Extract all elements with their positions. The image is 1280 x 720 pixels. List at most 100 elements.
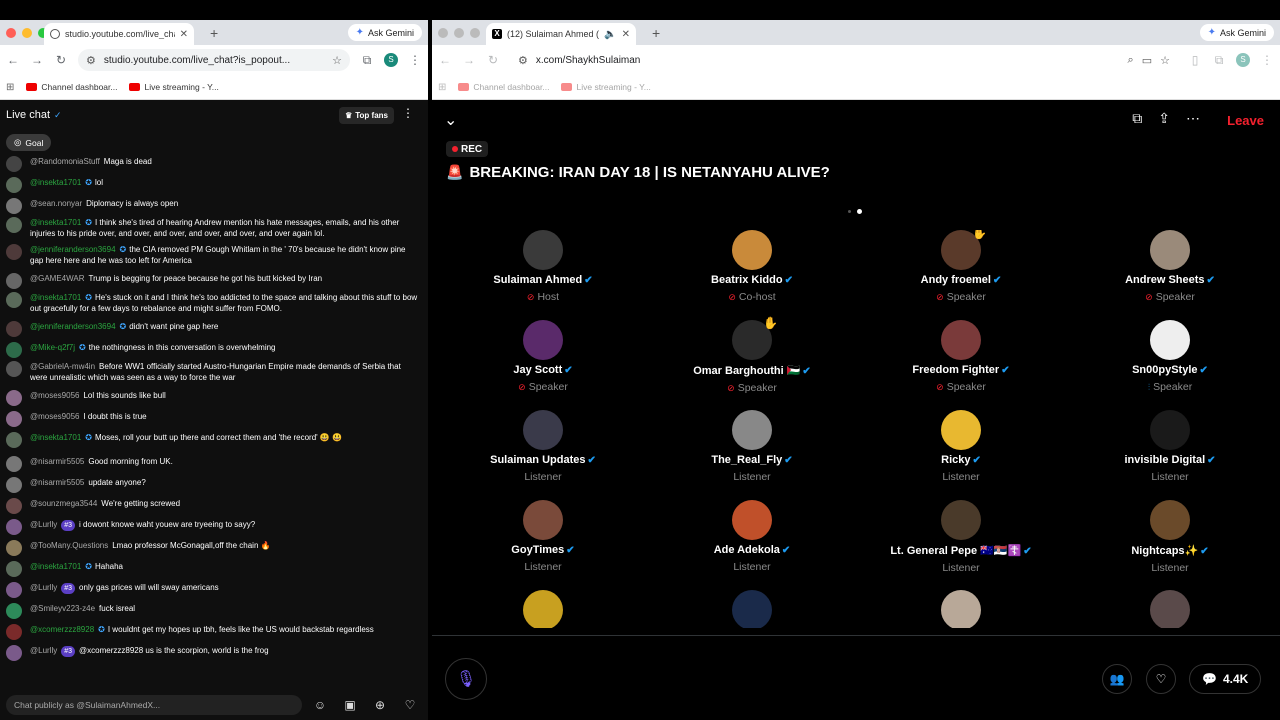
avatar[interactable] [6, 411, 22, 427]
address-bar[interactable]: ⚙ x.com/ShaykhSulaiman ⌕ ▭ ☆ [510, 49, 1178, 71]
forward-icon[interactable]: → [30, 53, 44, 67]
avatar[interactable] [6, 624, 22, 640]
participant[interactable]: invisible Digital ✔ Listener [1065, 410, 1274, 483]
participant-avatar[interactable]: ✋ [941, 230, 987, 270]
participant-avatar[interactable] [732, 410, 772, 450]
avatar[interactable] [6, 177, 22, 193]
new-tab-button[interactable]: + [652, 25, 660, 41]
chat-title[interactable]: Live chat [6, 109, 50, 121]
chat-message[interactable]: @sean.nonyar Diplomacy is always open [6, 198, 420, 214]
participant[interactable]: Sulaiman Ahmed ✔ ⊘ Host [438, 230, 648, 303]
apps-grid-icon[interactable]: ⊞ [6, 82, 14, 93]
avatar[interactable] [6, 519, 22, 535]
close-tab-icon[interactable]: ✕ [622, 29, 630, 40]
participant-avatar[interactable] [732, 500, 772, 540]
participant[interactable]: Freedom Fighter ✔ ⊘ Speaker [856, 320, 1066, 393]
add-icon[interactable]: ⊕ [368, 698, 392, 712]
participant-avatar[interactable] [523, 590, 563, 628]
minimize-window-button[interactable] [454, 28, 464, 38]
avatar[interactable] [6, 498, 22, 514]
reload-icon[interactable]: ↻ [486, 53, 500, 67]
chat-input[interactable]: Chat publicly as @SulaimanAhmedX... [6, 695, 302, 715]
chat-message[interactable]: @GabrielA-mw4in Before WW1 officially sta… [6, 361, 420, 383]
chat-message[interactable]: @moses9056 Lol this sounds like bull [6, 390, 420, 406]
site-info-icon[interactable]: ⚙ [86, 54, 96, 67]
bookmark-channel-dashboard[interactable]: Channel dashboar... [458, 82, 549, 92]
participant-avatar[interactable] [523, 500, 563, 540]
chat-message[interactable]: @moses9056 I doubt this is true [6, 411, 420, 427]
participant-avatar[interactable] [941, 500, 981, 540]
participant[interactable]: ✋ Andy froemel ✔ ⊘ Speaker [856, 230, 1066, 303]
message-author[interactable]: @moses9056 [30, 412, 79, 421]
message-author[interactable]: @insekta1701 [30, 178, 81, 187]
profile-avatar[interactable]: S [384, 53, 398, 67]
chat-message[interactable]: @RandomoniaStuff Maga is dead [6, 156, 420, 172]
page-dot[interactable] [848, 210, 851, 213]
super-chat-icon[interactable]: ▣ [338, 698, 362, 712]
participant[interactable]: Ade Adekola ✔ Listener [647, 500, 857, 573]
minimize-window-button[interactable] [22, 28, 32, 38]
participant-avatar[interactable] [732, 590, 772, 628]
message-author[interactable]: @sounzmega3544 [30, 499, 97, 508]
participant-avatar[interactable]: ✋ [732, 316, 778, 360]
close-window-button[interactable] [6, 28, 16, 38]
new-tab-button[interactable]: + [210, 25, 218, 41]
chat-message[interactable]: @Lurlly #3 i dowont knowe waht youew are t… [6, 519, 420, 535]
avatar[interactable] [6, 456, 22, 472]
avatar[interactable] [6, 292, 22, 308]
chat-message[interactable]: @Lurlly #3 only gas prices will will sway … [6, 582, 420, 598]
participant[interactable]: Beatrix Kiddo ✔ ⊘ Co-host [647, 230, 857, 303]
chat-message[interactable]: @GAME4WAR Trump is begging for peace beca… [6, 273, 420, 289]
chat-message[interactable]: @jenniferanderson3694 ✪ the CIA removed PM… [6, 244, 420, 266]
message-author[interactable]: @sean.nonyar [30, 199, 82, 208]
avatar[interactable] [6, 582, 22, 598]
chat-message[interactable]: @Smileyv223-z4e fuck isreal [6, 603, 420, 619]
forward-icon[interactable]: → [462, 53, 476, 67]
message-author[interactable]: @xcomerzzz8928 [30, 625, 94, 634]
leave-button[interactable]: Leave [1227, 113, 1264, 128]
participant-avatar[interactable] [1150, 230, 1190, 270]
browser-tab[interactable]: studio.youtube.com/live_chat ✕ [44, 23, 194, 45]
message-author[interactable]: @insekta1701 [30, 218, 81, 227]
extensions-icon[interactable]: ⧉ [360, 53, 374, 68]
participant[interactable]: GoyTimes ✔ Listener [438, 500, 648, 573]
avatar[interactable] [6, 321, 22, 337]
participant-avatar[interactable] [1150, 320, 1190, 360]
apps-grid-icon[interactable]: ⊞ [438, 82, 446, 93]
message-author[interactable]: @Smileyv223-z4e [30, 604, 95, 613]
chat-message[interactable]: @xcomerzzz8928 ✪ I wouldnt get my hopes up… [6, 624, 420, 640]
chat-message[interactable]: @insekta1701 ✪ He's stuck on it and I thin… [6, 292, 420, 314]
chat-menu-icon[interactable]: ⋮ [402, 106, 414, 120]
participant-avatar[interactable] [941, 410, 981, 450]
participant[interactable]: Ricky ✔ Listener [856, 410, 1066, 483]
zoom-icon[interactable]: ⌕ [1128, 54, 1134, 67]
ask-gemini-button[interactable]: ✦ Ask Gemini [347, 24, 422, 41]
participant-avatar[interactable] [941, 320, 981, 360]
participant-avatar[interactable] [1150, 410, 1190, 450]
participant[interactable]: Sn00pyStyle ✔ ⫶ Speaker [1065, 320, 1274, 393]
avatar[interactable] [6, 540, 22, 556]
participant[interactable] [1065, 590, 1274, 628]
participant-avatar[interactable] [523, 410, 563, 450]
chat-message[interactable]: @Mike-q2f7j ✪ the nothingness in this conv… [6, 342, 420, 358]
bookmark-star-icon[interactable]: ☆ [1160, 54, 1170, 67]
goal-button[interactable]: ◎ Goal [6, 134, 52, 151]
emoji-icon[interactable]: ☺ [308, 698, 332, 712]
participant[interactable]: Jay Scott ✔ ⊘ Speaker [438, 320, 648, 393]
avatar[interactable] [6, 273, 22, 289]
avatar[interactable] [6, 390, 22, 406]
comments-button[interactable]: 💬 4.4K [1189, 664, 1262, 694]
chat-message[interactable]: @nisarmir5505 update anyone? [6, 477, 420, 493]
bookmark-live-streaming[interactable]: Live streaming - Y... [561, 82, 651, 92]
participant[interactable] [856, 590, 1066, 628]
site-info-icon[interactable]: ⚙ [518, 54, 528, 67]
message-author[interactable]: @jenniferanderson3694 [30, 322, 116, 331]
back-icon[interactable]: ← [438, 53, 452, 67]
chat-message[interactable]: @insekta1701 ✪ Moses, roll your butt up th… [6, 432, 420, 448]
participant[interactable]: Andrew Sheets ✔ ⊘ Speaker [1065, 230, 1274, 303]
people-button[interactable]: 👥 [1102, 664, 1132, 694]
chevron-down-icon[interactable]: ⌄ [444, 110, 457, 130]
heart-icon[interactable]: ♡ [398, 698, 422, 712]
avatar[interactable] [6, 361, 22, 377]
participant-avatar[interactable] [523, 320, 563, 360]
